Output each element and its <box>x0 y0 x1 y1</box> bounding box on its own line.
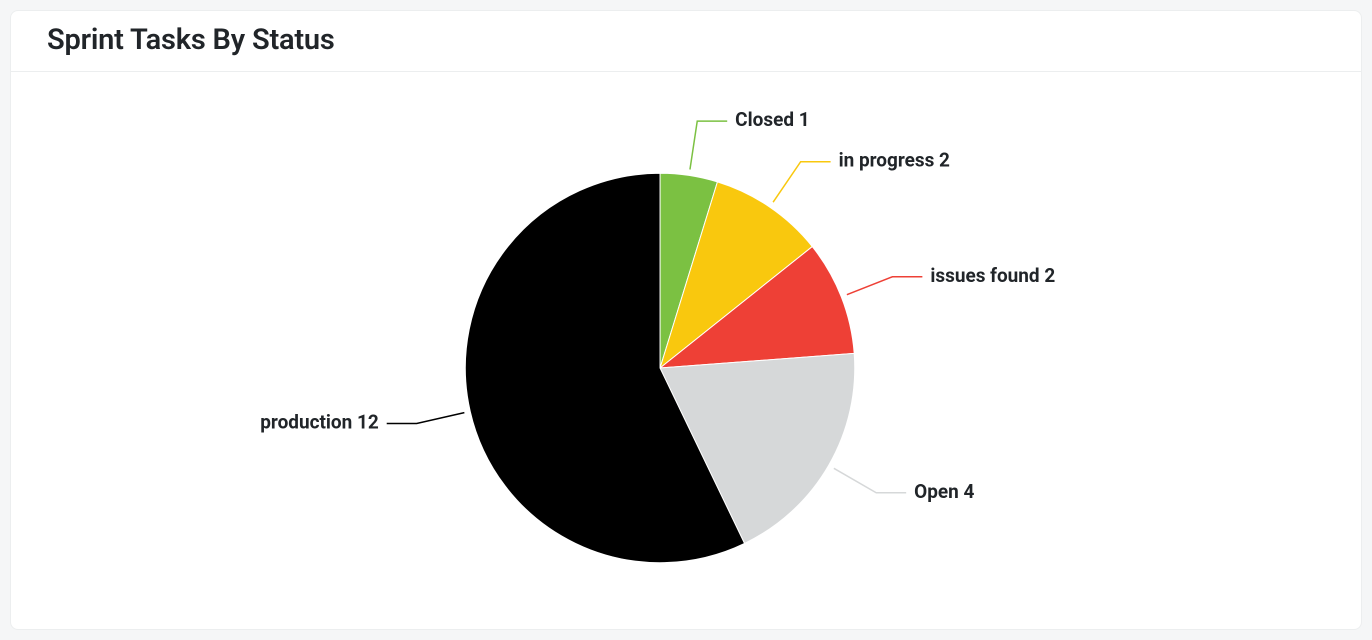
leader-line <box>773 162 831 202</box>
slice-label: Open 4 <box>914 480 974 503</box>
card-header: Sprint Tasks By Status <box>11 11 1361 72</box>
leader-line <box>847 277 923 295</box>
sprint-tasks-card: Sprint Tasks By Status Closed 1 in progre… <box>10 10 1362 630</box>
slice-label: issues found 2 <box>930 264 1055 287</box>
chart-area: Closed 1 in progress 2 issues found 2 Open … <box>11 72 1361 629</box>
leader-line <box>387 413 465 424</box>
slice-label: production 12 <box>260 411 379 434</box>
card-title: Sprint Tasks By Status <box>47 23 1337 57</box>
slice-label: Closed 1 <box>735 108 809 131</box>
leader-line <box>834 468 906 492</box>
slice-label: in progress 2 <box>839 149 950 172</box>
leader-line <box>690 121 727 169</box>
pie-chart: Closed 1 in progress 2 issues found 2 Open … <box>11 72 1361 629</box>
